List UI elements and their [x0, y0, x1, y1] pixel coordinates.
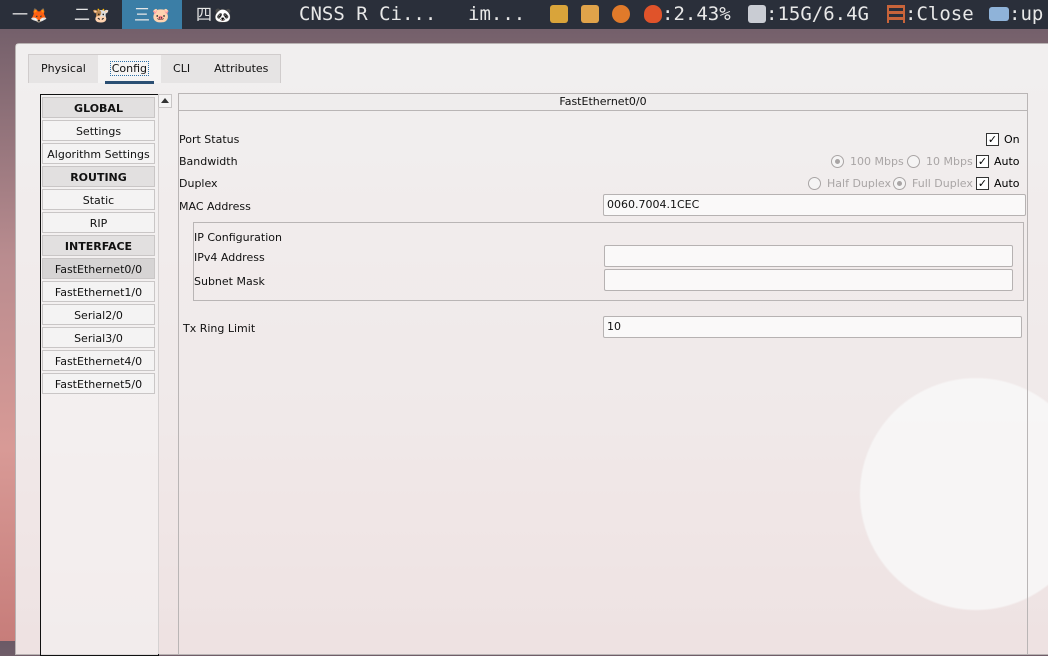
config-nav-list: GLOBAL Settings Algorithm Settings ROUTI…: [40, 94, 159, 656]
port-on-label: On: [1004, 133, 1020, 146]
window-title-1[interactable]: CNSS R Ci...: [299, 0, 436, 29]
uptime-label: :up: [1009, 3, 1044, 25]
workspace-2-label: 二: [74, 5, 91, 24]
fox-icon: 🦊: [30, 8, 48, 24]
trophy-icon: [550, 5, 568, 23]
bandwidth-10-label: 10 Mbps: [926, 155, 973, 168]
nav-item-fastethernet4-0[interactable]: FastEthernet4/0: [42, 350, 155, 371]
workspace-3[interactable]: 三 🐷: [122, 0, 182, 29]
bandwidth-label: Bandwidth: [179, 155, 238, 168]
mac-address-field[interactable]: 0060.7004.1CEC: [603, 194, 1026, 216]
subnet-mask-field[interactable]: [604, 269, 1013, 291]
nav-header-routing: ROUTING: [42, 166, 155, 187]
nav-item-fastethernet5-0[interactable]: FastEthernet5/0: [42, 373, 155, 394]
tab-cli-label: CLI: [173, 62, 191, 75]
ip-configuration-group: IP Configuration IPv4 Address Subnet Mas…: [193, 222, 1024, 301]
ipv4-address-field[interactable]: [604, 245, 1013, 267]
nav-item-fastethernet1-0[interactable]: FastEthernet1/0: [42, 281, 155, 302]
interface-config-panel: FastEthernet0/0 Port Status ✓ On Bandwid…: [178, 93, 1028, 655]
nav-header-interface: INTERFACE: [42, 235, 155, 256]
close-label[interactable]: :Close: [905, 0, 974, 29]
tx-ring-limit-field[interactable]: 10: [603, 316, 1022, 338]
tab-cli[interactable]: CLI: [161, 55, 202, 83]
panda-icon: 🐼: [214, 8, 232, 24]
tab-config[interactable]: Config: [97, 55, 162, 84]
ladder-icon: [887, 5, 905, 23]
mac-address-label: MAC Address: [179, 200, 251, 213]
nav-item-static[interactable]: Static: [42, 189, 155, 210]
duplex-label: Duplex: [179, 177, 218, 190]
port-status-label: Port Status: [179, 133, 240, 146]
workspace-4[interactable]: 四 🐼: [186, 0, 242, 29]
cpu-usage: :2.43%: [662, 3, 731, 25]
tab-physical-label: Physical: [41, 62, 86, 75]
nav-item-serial3-0[interactable]: Serial3/0: [42, 327, 155, 348]
nav-item-rip[interactable]: RIP: [42, 212, 155, 233]
ip-configuration-label: IP Configuration: [194, 231, 282, 244]
laptop-icon: [989, 7, 1009, 21]
floppy-icon: [748, 5, 766, 23]
workspace-1-label: 一: [12, 5, 29, 24]
duplex-auto-checkbox[interactable]: ✓: [976, 177, 989, 190]
nav-header-global: GLOBAL: [42, 97, 155, 118]
ipv4-address-label: IPv4 Address: [194, 251, 265, 264]
basketball-icon: [612, 5, 630, 23]
window-title-2[interactable]: im...: [468, 0, 525, 29]
full-duplex-radio[interactable]: [893, 177, 906, 190]
tab-bar: Physical Config CLI Attributes: [28, 54, 282, 84]
tab-config-label: Config: [109, 61, 150, 76]
nav-item-settings[interactable]: Settings: [42, 120, 155, 141]
cow-icon: 🐮: [92, 8, 110, 24]
half-duplex-label: Half Duplex: [827, 177, 892, 190]
half-duplex-radio[interactable]: [808, 177, 821, 190]
bandwidth-auto-label: Auto: [994, 155, 1020, 168]
tx-ring-limit-label: Tx Ring Limit: [183, 322, 256, 335]
nav-item-algorithm-settings[interactable]: Algorithm Settings: [42, 143, 155, 164]
tab-attributes-label: Attributes: [214, 62, 269, 75]
beer-icon: [581, 5, 599, 23]
nav-item-fastethernet0-0[interactable]: FastEthernet0/0: [42, 258, 155, 279]
duplex-auto-label: Auto: [994, 177, 1020, 190]
scroll-up-arrow-icon[interactable]: [158, 94, 172, 108]
nav-item-serial2-0[interactable]: Serial2/0: [42, 304, 155, 325]
panel-title: FastEthernet0/0: [179, 94, 1027, 111]
port-on-checkbox[interactable]: ✓: [986, 133, 999, 146]
pig-icon: 🐷: [152, 8, 170, 24]
full-duplex-label: Full Duplex: [912, 177, 973, 190]
tab-attributes[interactable]: Attributes: [202, 55, 280, 83]
workspace-4-label: 四: [196, 5, 213, 24]
bandwidth-10-radio[interactable]: [907, 155, 920, 168]
bandwidth-100-label: 100 Mbps: [850, 155, 904, 168]
device-window: Physical Config CLI Attributes GLOBAL Se…: [15, 43, 1048, 656]
top-status-bar: 一 🦊 二 🐮 三 🐷 四 🐼 CNSS R Ci... im... :2.43% :1…: [0, 0, 1048, 29]
workspace-1[interactable]: 一 🦊: [0, 0, 56, 29]
workspace-2[interactable]: 二 🐮: [64, 0, 120, 29]
fire-icon: [644, 5, 662, 23]
bandwidth-auto-checkbox[interactable]: ✓: [976, 155, 989, 168]
bandwidth-100-radio[interactable]: [831, 155, 844, 168]
memory-usage: :15G/6.4G: [766, 3, 869, 25]
subnet-mask-label: Subnet Mask: [194, 275, 265, 288]
nav-scrollbar[interactable]: [158, 107, 171, 654]
tab-physical[interactable]: Physical: [29, 55, 98, 83]
workspace-3-label: 三: [134, 5, 151, 24]
